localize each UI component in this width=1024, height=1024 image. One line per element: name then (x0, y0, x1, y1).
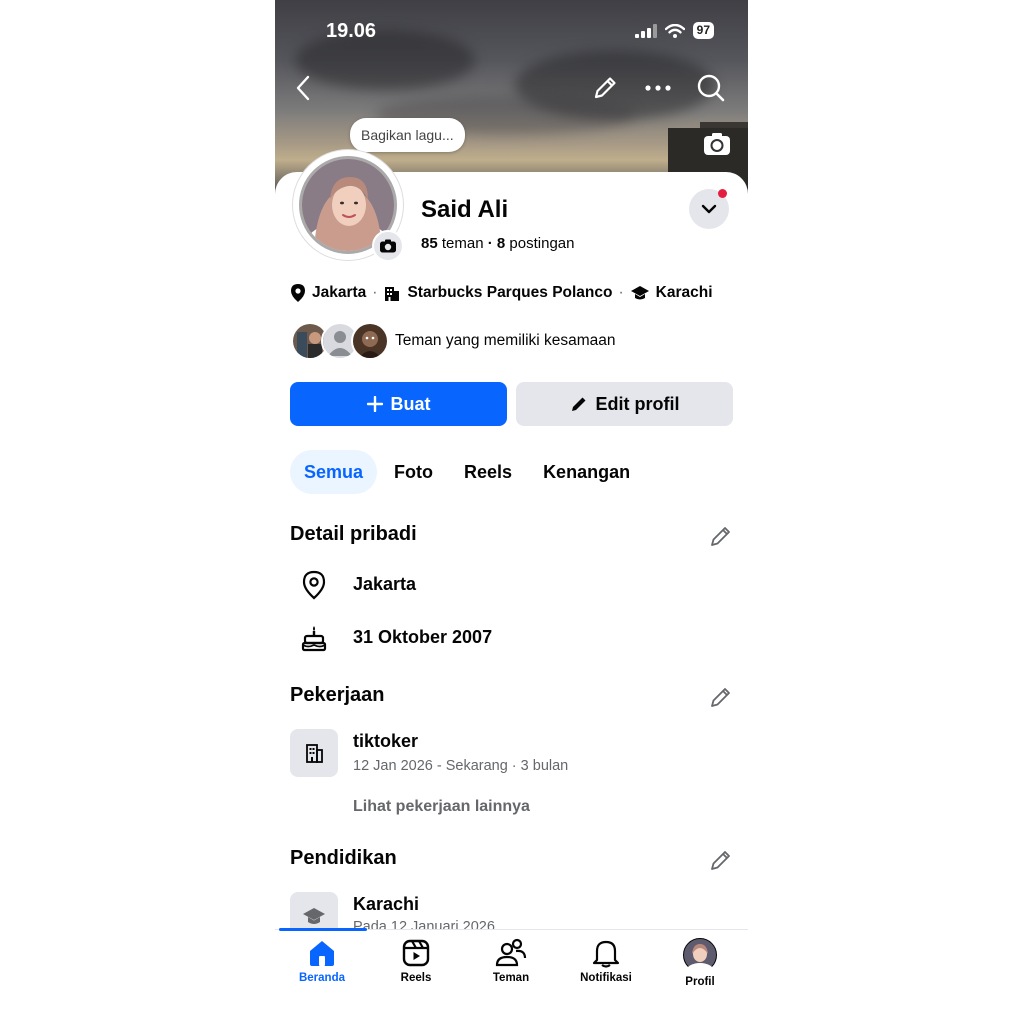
pencil-icon (571, 397, 585, 411)
detail-location: Jakarta (353, 574, 417, 594)
work-job-title[interactable]: tiktoker (353, 731, 418, 752)
nav-reels-label: Reels (400, 972, 432, 984)
posts-label: postingan (509, 235, 575, 252)
mutual-friends-label: Teman yang memiliki kesamaan (395, 332, 616, 349)
cover-camera-button[interactable] (702, 130, 732, 158)
nav-reels[interactable]: Reels (376, 938, 456, 984)
battery-indicator: 97 (692, 22, 714, 39)
pencil-icon (711, 527, 730, 546)
wifi-icon (664, 23, 685, 38)
education-school[interactable]: Karachi (353, 894, 419, 915)
chevron-down-icon (701, 204, 717, 214)
create-button[interactable]: Buat (290, 382, 507, 426)
more-icon (645, 85, 671, 91)
edit-education-button[interactable] (708, 847, 734, 873)
nav-profile[interactable]: Profil (660, 938, 740, 988)
profile-name: Said Ali (421, 196, 509, 223)
tab-kenangan[interactable]: Kenangan (529, 450, 644, 494)
intro-school[interactable]: Karachi (656, 284, 713, 302)
friends-label[interactable]: teman (442, 235, 484, 252)
section-title-details: Detail pribadi (290, 523, 417, 545)
bell-icon (592, 940, 620, 968)
see-more-work-link[interactable]: Lihat pekerjaan lainnya (353, 798, 530, 816)
active-tab-indicator (279, 928, 367, 931)
create-button-label: Buat (390, 393, 431, 414)
nav-home-label: Beranda (298, 972, 346, 984)
friends-count[interactable]: 85 (421, 235, 438, 252)
tab-foto[interactable]: Foto (380, 450, 447, 494)
nav-friends-label: Teman (492, 972, 530, 984)
profile-tabs: Semua Foto Reels Kenangan (290, 450, 647, 494)
cover-cloud (295, 30, 475, 90)
notification-dot (718, 189, 727, 198)
status-icons: 97 (634, 22, 714, 39)
location-pin-icon (291, 284, 305, 302)
tab-semua[interactable]: Semua (290, 450, 378, 494)
camera-icon (704, 133, 730, 155)
nav-profile-label: Profil (685, 976, 715, 988)
search-button[interactable] (695, 72, 727, 104)
status-time: 19.06 (326, 20, 377, 42)
profile-screen: 19.06 97 Bagikan lagu... Said Ali 85 tem… (275, 0, 748, 1024)
intro-line: Jakarta · Starbucks Parques Polanco · Ka… (290, 283, 713, 303)
back-button[interactable] (288, 72, 320, 104)
avatar (683, 938, 717, 972)
mutual-friends-row[interactable]: Teman yang memiliki kesamaan (291, 322, 616, 360)
nav-notifications[interactable]: Notifikasi (566, 938, 646, 984)
camera-icon (380, 239, 396, 253)
edit-details-button[interactable] (708, 523, 734, 549)
work-building-icon (290, 729, 338, 777)
nav-notifications-label: Notifikasi (580, 972, 632, 984)
building-icon (385, 287, 400, 301)
share-song-bubble[interactable]: Bagikan lagu... (350, 118, 465, 152)
posts-count: 8 (496, 235, 506, 252)
edit-profile-button[interactable]: Edit profil (516, 382, 733, 426)
intro-workplace[interactable]: Starbucks Parques Polanco (407, 284, 612, 302)
chevron-left-icon (296, 75, 310, 101)
search-icon (697, 74, 725, 102)
section-title-education: Pendidikan (290, 847, 397, 869)
edit-cover-button[interactable] (589, 72, 621, 104)
detail-birthday: 31 Oktober 2007 (353, 627, 493, 647)
tab-reels[interactable]: Reels (450, 450, 526, 494)
intro-location[interactable]: Jakarta (312, 284, 366, 302)
section-title-work: Pekerjaan (290, 684, 385, 706)
birthday-cake-icon (300, 624, 328, 652)
signal-icon (634, 23, 657, 38)
pencil-icon (711, 688, 730, 707)
pencil-icon (711, 851, 730, 870)
home-icon (310, 941, 334, 966)
pencil-icon (594, 77, 616, 99)
reels-icon (402, 939, 430, 967)
work-job-period: 12 Jan 2026 - Sekarang · 3 bulan (353, 758, 569, 774)
edit-work-button[interactable] (708, 684, 734, 710)
graduation-cap-icon (630, 286, 649, 300)
more-options-button[interactable] (642, 72, 674, 104)
avatar-camera-button[interactable] (372, 230, 404, 262)
nav-friends[interactable]: Teman (471, 938, 551, 984)
nav-home[interactable]: Beranda (282, 938, 362, 984)
plus-icon (366, 396, 383, 412)
friends-icon (495, 938, 527, 967)
mutual-friend-avatar (351, 322, 389, 360)
location-icon (300, 570, 328, 600)
profile-stats: 85 teman · 8 postingan (421, 235, 575, 252)
edit-profile-label: Edit profil (595, 393, 680, 414)
